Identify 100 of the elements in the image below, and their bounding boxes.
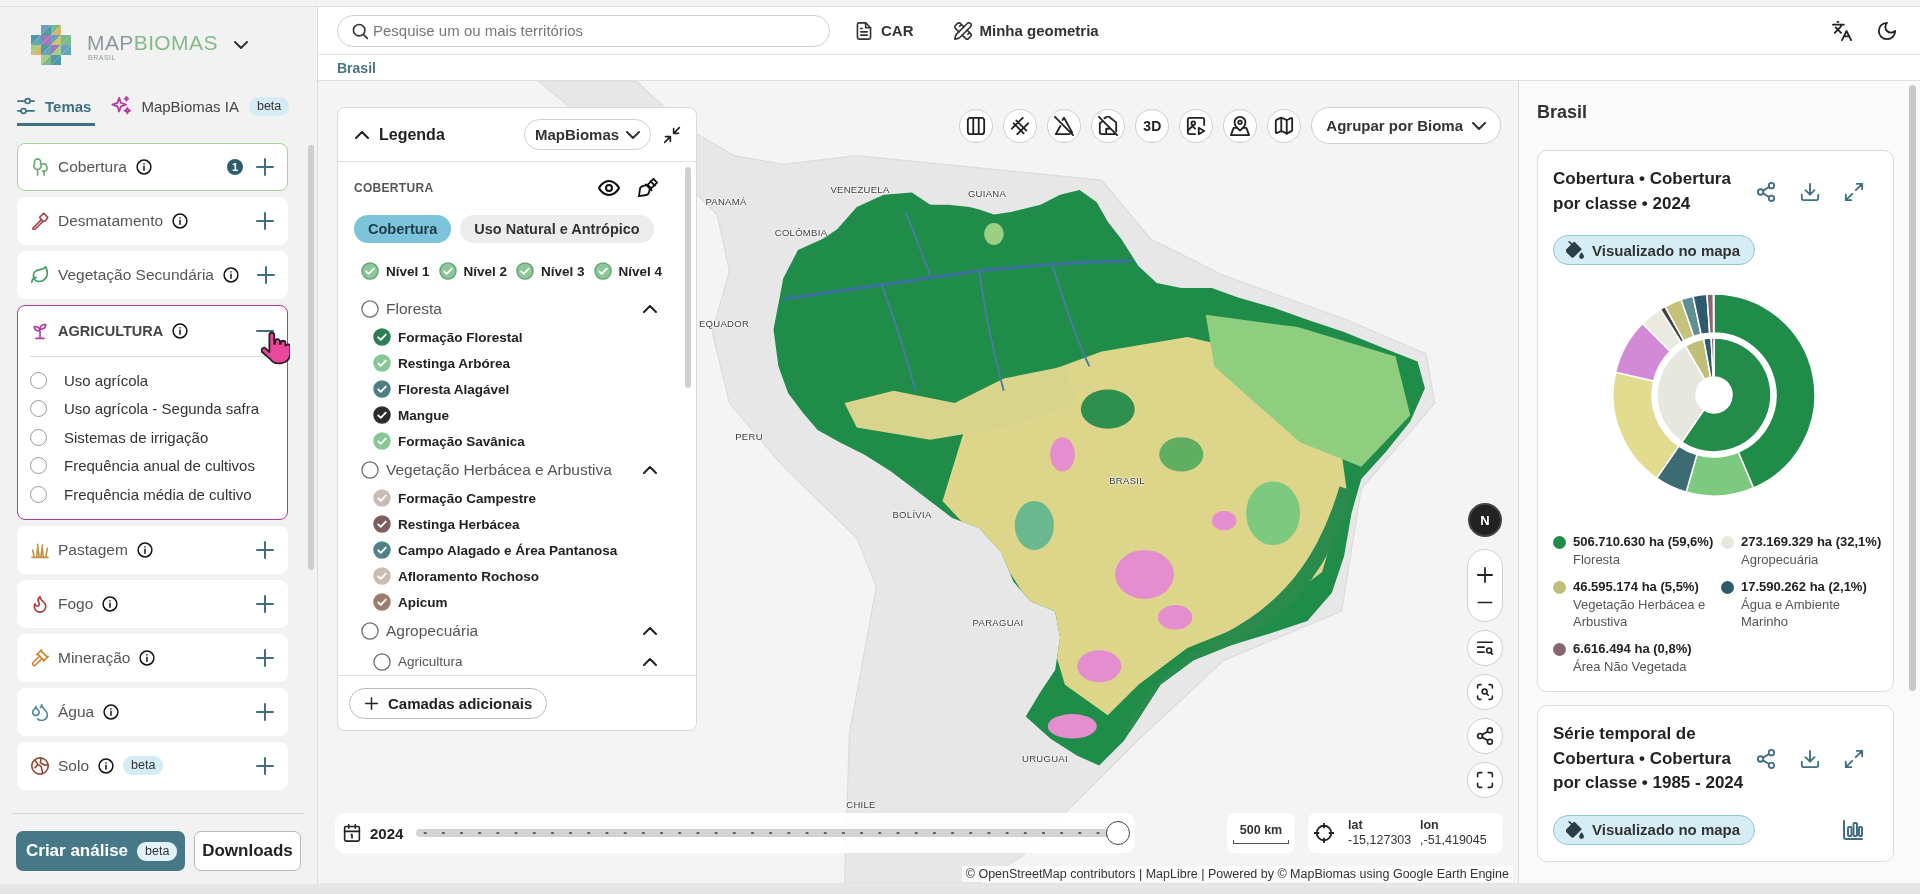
theme-card[interactable]: Fogo [17,579,288,628]
theme-card[interactable]: Mineração [17,633,288,682]
chevron-up-icon[interactable] [643,304,657,313]
share-icon [1476,727,1494,745]
info-icon[interactable] [136,541,153,558]
theme-card[interactable]: Água [17,687,288,736]
checkbox[interactable] [516,262,535,280]
theme-card[interactable]: Solo beta [17,741,288,790]
donut-slice[interactable] [1684,338,1712,381]
map-view-chip[interactable]: Visualizado no mapa [1553,814,1756,845]
checkbox[interactable] [373,515,391,533]
chevron-down-icon[interactable] [233,41,248,49]
radio-button[interactable] [30,485,47,503]
moon-icon[interactable] [1877,20,1897,41]
car-link[interactable]: CAR [855,21,914,40]
checkbox[interactable] [438,262,457,280]
theme-card[interactable]: Vegetação Secundária [17,251,288,299]
checkbox[interactable] [373,567,391,585]
theme-card[interactable]: Pastagem [17,525,288,574]
create-analysis-button[interactable]: Criar análise beta [16,831,185,871]
info-icon[interactable] [103,703,120,720]
legend-tab[interactable]: Uso Natural e Antrópico [460,215,654,243]
theme-card[interactable]: Cobertura 1 [17,143,288,191]
info-icon[interactable] [172,213,189,229]
download-icon[interactable] [1800,748,1820,769]
theme-card[interactable]: AGRICULTURA Uso agrícola Uso agrícola - Segunda safra Sistemas de irrigação Frequência anual de cultivos Frequência média de cultivo [17,305,288,520]
add-layers-button[interactable]: Camadas adicionais [349,687,548,719]
checkbox[interactable] [373,406,391,424]
share-icon[interactable] [1756,748,1776,769]
geometry-link[interactable]: Minha geometria [953,21,1099,40]
checkbox[interactable] [373,432,391,450]
radio-button[interactable] [30,428,47,446]
legend-value: 506.710.630 ha (59,6%) [1573,533,1714,551]
donut-slice[interactable] [1656,345,1706,443]
columns-icon [966,115,987,136]
search-field[interactable]: Pesquise um ou mais territórios [337,14,830,47]
radio-button[interactable] [30,371,47,389]
plus-icon[interactable] [1477,566,1493,583]
chevron-up-icon[interactable] [643,657,657,666]
checkbox[interactable] [373,652,391,671]
download-icon[interactable] [1800,181,1820,202]
source-dropdown[interactable]: MapBiomas [524,119,651,150]
chevron-up-icon[interactable] [643,626,657,635]
info-icon[interactable] [98,757,115,774]
legend-tab[interactable]: Cobertura [354,215,452,243]
outer-ring-slice[interactable] [1706,293,1715,334]
minus-icon[interactable] [256,328,274,334]
outer-ring-slice[interactable] [1641,308,1682,352]
logo-wordmark: MAPBIOMAS [87,32,218,54]
outer-ring-slice[interactable] [1685,451,1755,497]
slider-thumb[interactable] [1106,821,1130,845]
radio-button[interactable] [30,400,47,418]
outer-ring-slice[interactable] [1612,371,1680,479]
info-icon[interactable] [135,159,152,175]
group-by-dropdown[interactable]: Agrupar por Bioma [1311,107,1501,144]
info-icon[interactable] [102,595,119,612]
map-label: VENEZUELA [830,183,890,195]
info-icon[interactable] [139,649,156,666]
chevron-up-icon[interactable] [643,465,657,474]
donut-slice[interactable] [1681,337,1772,453]
minus-icon[interactable] [1477,599,1493,605]
outer-ring-slice[interactable] [1664,298,1695,342]
scrollbar-thumb[interactable] [685,167,691,388]
map-view-chip[interactable]: Visualizado no mapa [1553,235,1756,265]
info-icon[interactable] [172,323,189,339]
expand-icon[interactable] [1844,748,1864,769]
scrollbar-thumb[interactable] [1909,85,1916,691]
checkbox[interactable] [373,380,391,398]
radio-button[interactable] [30,457,47,475]
checkbox[interactable] [373,593,391,611]
checkbox[interactable] [593,262,612,280]
crosshair-icon[interactable] [1314,823,1334,843]
breadcrumb[interactable]: Brasil [337,59,376,76]
checkbox[interactable] [373,541,391,559]
outer-ring-slice[interactable] [1713,293,1816,489]
checkbox[interactable] [361,262,379,280]
donut-slice[interactable] [1710,337,1715,378]
collapse-icon[interactable] [663,125,681,144]
translate-icon[interactable] [1832,20,1852,41]
checkbox[interactable] [373,328,391,346]
downloads-button[interactable]: Downloads [194,831,301,871]
checkbox[interactable] [361,299,379,318]
eye-icon[interactable] [598,177,620,199]
timeline-slider-track[interactable] [416,820,1130,846]
checkbox[interactable] [373,489,391,507]
chevron-up-icon[interactable] [355,130,369,139]
checkbox[interactable] [373,354,391,372]
expand-icon[interactable] [1844,181,1864,202]
theme-card[interactable]: Desmatamento [17,197,288,245]
share-icon[interactable] [1756,181,1776,202]
sidebar-tab[interactable]: MapBiomas IA beta [111,95,294,126]
bar-chart-icon[interactable] [1842,818,1864,841]
brush-icon[interactable] [638,178,658,198]
scrollbar-thumb[interactable] [308,145,314,570]
checkbox[interactable] [361,460,379,479]
outer-ring-slice[interactable] [1655,445,1698,493]
sidebar-tab[interactable]: Temas [17,95,96,126]
info-icon[interactable] [223,267,239,283]
scale-bar [1233,839,1289,844]
checkbox[interactable] [361,621,379,640]
